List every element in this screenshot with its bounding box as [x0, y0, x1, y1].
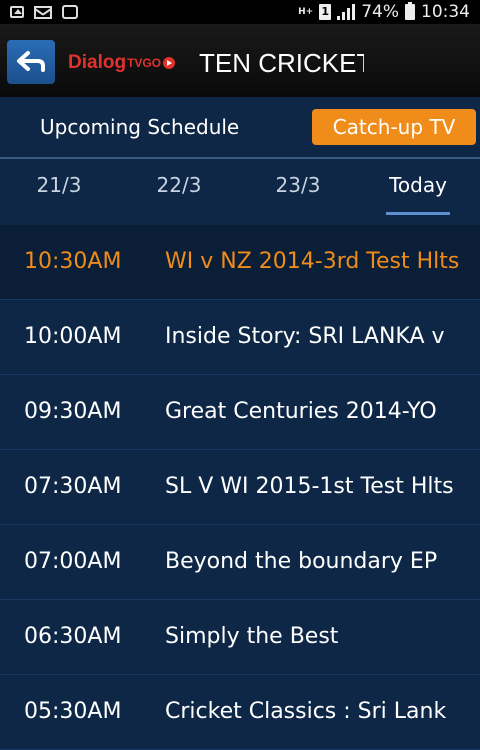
channel-title: TEN CRICKET [199, 48, 364, 78]
schedule-row[interactable]: 07:30AM SL V WI 2015-1st Test Hlts [0, 450, 480, 525]
mail-notification-icon [34, 5, 52, 19]
status-bar: H+ 1 74% 10:34 [0, 0, 480, 24]
schedule-row[interactable]: 07:00AM Beyond the boundary EP [0, 525, 480, 600]
signal-icon [337, 4, 356, 20]
clock: 10:34 [421, 2, 470, 22]
schedule-row[interactable]: 05:30AM Cricket Classics : Sri Lank [0, 675, 480, 750]
program-time: 10:30AM [24, 249, 122, 274]
battery-icon [405, 2, 415, 20]
program-time: 09:30AM [24, 399, 122, 424]
program-title: WI v NZ 2014-3rd Test Hlts [165, 249, 460, 274]
tab-catchup-tv[interactable]: Catch-up TV [312, 109, 476, 145]
logo-suffix: TVGO [127, 56, 162, 70]
schedule-row[interactable]: 09:30AM Great Centuries 2014-YO [0, 375, 480, 450]
program-title: Simply the Best [165, 624, 339, 649]
schedule-row[interactable]: 06:30AM Simply the Best [0, 600, 480, 675]
network-type: H+ [298, 6, 314, 17]
program-time: 06:30AM [24, 624, 122, 649]
program-title: Inside Story: SRI LANKA v [165, 324, 445, 349]
play-icon [163, 57, 176, 69]
schedule-row[interactable]: 10:00AM Inside Story: SRI LANKA v [0, 300, 480, 375]
program-time: 10:00AM [24, 324, 122, 349]
program-time: 07:00AM [24, 549, 122, 574]
logo-brand: Dialog [68, 52, 127, 73]
schedule-list: 10:30AM WI v NZ 2014-3rd Test Hlts 10:00… [0, 225, 480, 750]
app-bar: Dialog TVGO TEN CRICKET [0, 24, 480, 97]
date-tabs: 21/3 22/3 23/3 Today [0, 159, 480, 225]
back-button[interactable] [7, 40, 55, 84]
program-title: Beyond the boundary EP [165, 549, 438, 574]
screenshot-notification-icon [62, 5, 78, 19]
date-tab-21-3[interactable]: 21/3 [14, 173, 104, 197]
image-notification-icon [10, 6, 24, 18]
date-tab-today[interactable]: Today [373, 173, 463, 197]
program-title: Great Centuries 2014-YO [165, 399, 437, 424]
program-time: 07:30AM [24, 474, 122, 499]
program-title: Cricket Classics : Sri Lank [165, 699, 447, 724]
sim-icon: 1 [319, 4, 332, 20]
battery-percent: 74% [361, 2, 399, 22]
schedule-row[interactable]: 10:30AM WI v NZ 2014-3rd Test Hlts [0, 225, 480, 300]
tab-upcoming-schedule[interactable]: Upcoming Schedule [40, 115, 239, 139]
date-tab-23-3[interactable]: 23/3 [253, 173, 343, 197]
date-tab-22-3[interactable]: 22/3 [134, 173, 224, 197]
dialog-tvgo-logo: Dialog TVGO [68, 52, 176, 74]
program-time: 05:30AM [24, 699, 122, 724]
active-date-indicator [386, 212, 450, 215]
mode-tabs: Upcoming Schedule Catch-up TV [0, 97, 480, 157]
program-title: SL V WI 2015-1st Test Hlts [165, 474, 454, 499]
back-arrow-icon [17, 51, 45, 72]
